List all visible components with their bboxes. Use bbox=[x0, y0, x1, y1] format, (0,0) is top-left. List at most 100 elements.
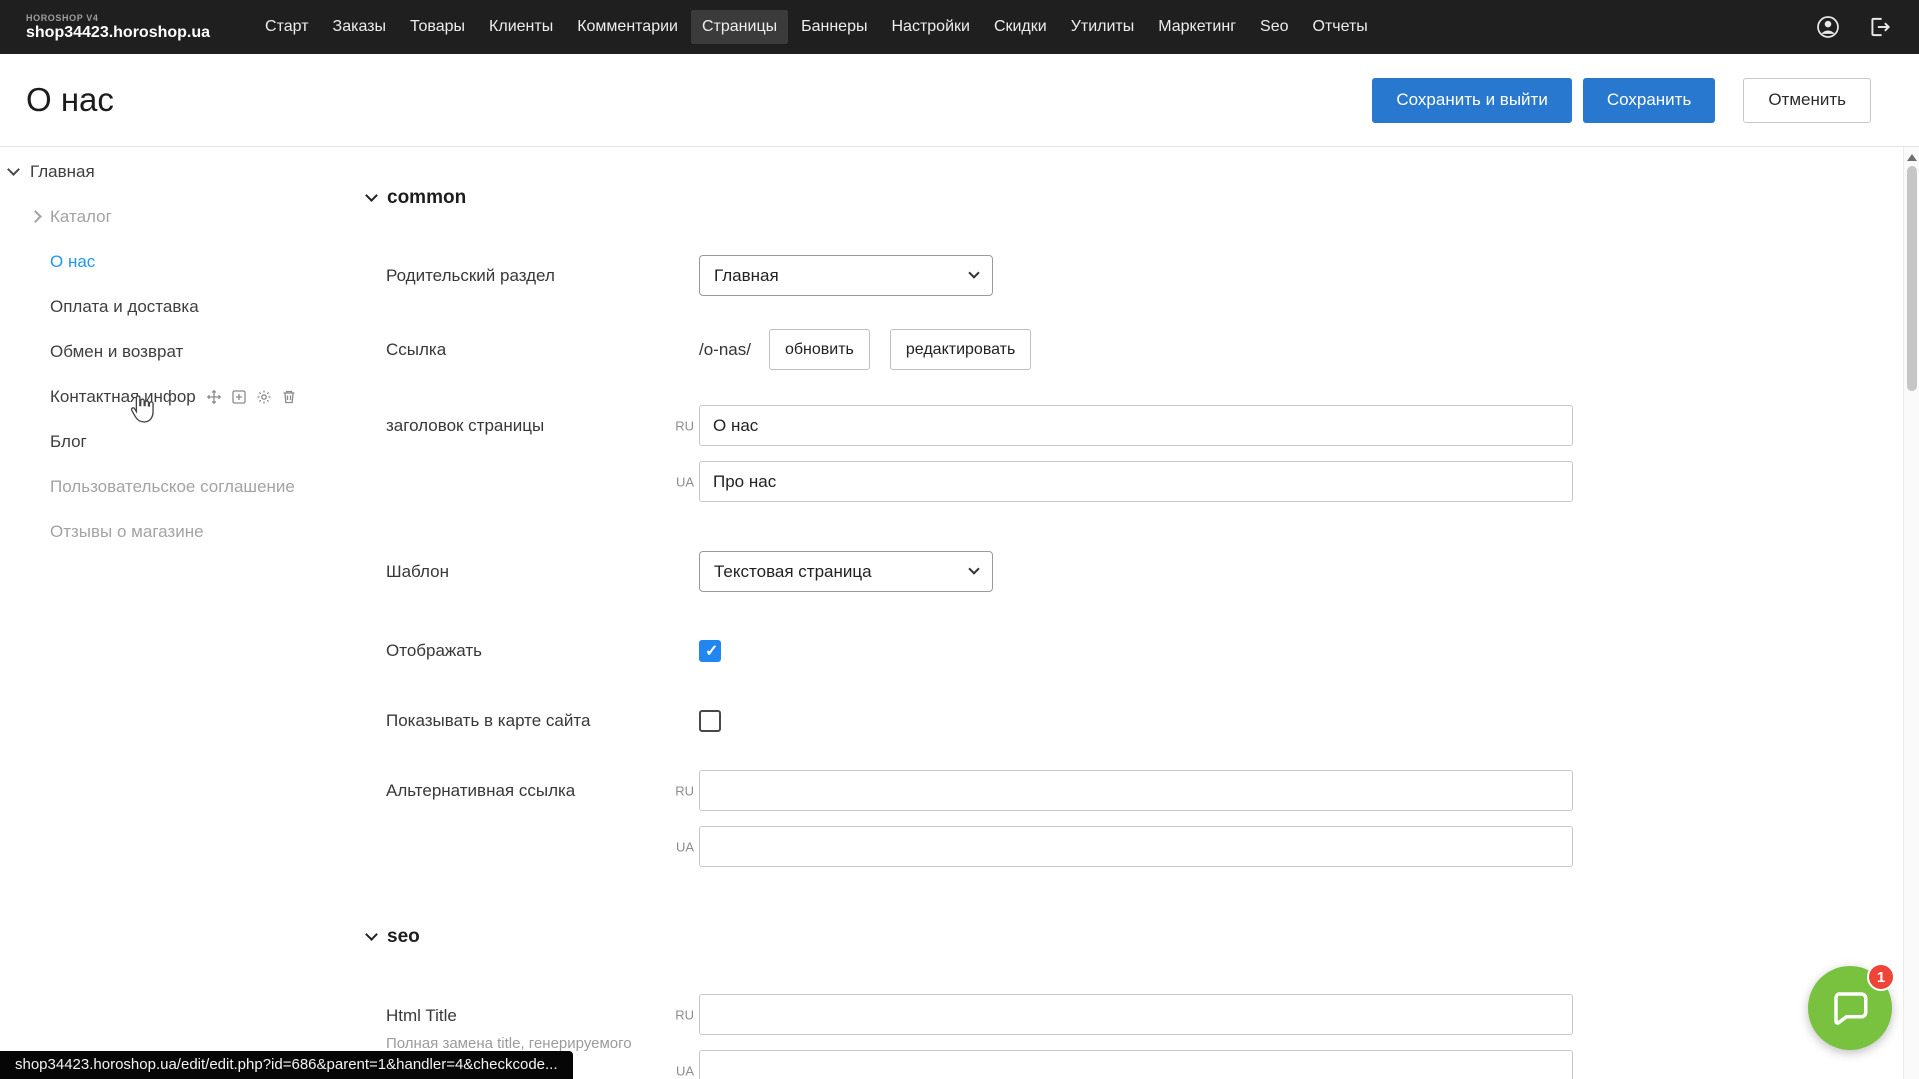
page-edit-form: common Родительский раздел Главная Ссылк… bbox=[351, 147, 1919, 1079]
field-label: заголовок страницы bbox=[386, 405, 699, 446]
html-title-lang-group: RU UA bbox=[699, 994, 1573, 1079]
menu-item-marketing[interactable]: Маркетинг bbox=[1147, 10, 1247, 44]
tree-item-label: О нас bbox=[50, 252, 95, 272]
pages-tree-sidebar: Главная Каталог О нас Оплата и доставка … bbox=[0, 147, 351, 1079]
sidebar-item-otzyvy-o-magazine[interactable]: Отзывы о магазине bbox=[0, 509, 351, 554]
save-button[interactable]: Сохранить bbox=[1583, 78, 1715, 123]
chevron-down-icon bbox=[968, 267, 979, 278]
alt-link-ua-input[interactable] bbox=[699, 826, 1573, 867]
lang-badge-ru: RU bbox=[670, 783, 694, 798]
form-row-template: Шаблон Текстовая страница bbox=[386, 551, 1919, 592]
chat-unread-badge: 1 bbox=[1867, 963, 1895, 991]
chevron-down-icon bbox=[968, 563, 979, 574]
sidebar-item-katalog[interactable]: Каталог bbox=[0, 194, 351, 239]
alt-link-lang-group: RU UA bbox=[699, 770, 1573, 867]
delete-icon[interactable] bbox=[281, 389, 297, 405]
tree-item-label: Блог bbox=[50, 432, 87, 452]
form-row-sitemap: Показывать в карте сайта bbox=[386, 700, 1919, 741]
menu-item-utilities[interactable]: Утилиты bbox=[1060, 10, 1146, 44]
field-hint: Полная замена title, генерируемого bbox=[386, 1035, 699, 1052]
menu-item-pages[interactable]: Страницы bbox=[691, 10, 788, 44]
lang-row-ru: RU bbox=[699, 770, 1573, 811]
sidebar-item-obmen-i-vozvrat[interactable]: Обмен и возврат bbox=[0, 329, 351, 374]
settings-icon[interactable] bbox=[256, 389, 272, 405]
lang-badge-ua: UA bbox=[670, 1063, 694, 1078]
menu-item-seo[interactable]: Seo bbox=[1249, 10, 1299, 44]
tree-item-label: Пользовательское соглашение bbox=[50, 477, 295, 497]
chevron-down-icon[interactable] bbox=[7, 163, 20, 176]
cancel-button[interactable]: Отменить bbox=[1743, 78, 1871, 123]
section-seo[interactable]: seo bbox=[367, 926, 1919, 948]
field-label: Показывать в карте сайта bbox=[386, 711, 699, 731]
display-checkbox[interactable] bbox=[699, 640, 721, 662]
menu-item-discounts[interactable]: Скидки bbox=[983, 10, 1058, 44]
menu-item-comments[interactable]: Комментарии bbox=[566, 10, 689, 44]
sitemap-checkbox[interactable] bbox=[699, 710, 721, 732]
section-common[interactable]: common bbox=[367, 187, 1919, 209]
field-label: Отображать bbox=[386, 641, 699, 661]
menu-item-reports[interactable]: Отчеты bbox=[1302, 10, 1379, 44]
lang-row-ua: UA bbox=[699, 1050, 1573, 1079]
menu-item-clients[interactable]: Клиенты bbox=[478, 10, 564, 44]
move-icon[interactable] bbox=[206, 389, 222, 405]
page-header: О нас Сохранить и выйти Сохранить Отмени… bbox=[0, 54, 1919, 147]
html-title-ru-input[interactable] bbox=[699, 994, 1573, 1035]
menu-item-products[interactable]: Товары bbox=[399, 10, 476, 44]
lang-row-ua: UA bbox=[699, 461, 1573, 502]
page-title-ru-input[interactable] bbox=[699, 405, 1573, 446]
menu-item-start[interactable]: Старт bbox=[254, 10, 319, 44]
select-value: Текстовая страница bbox=[714, 562, 872, 582]
vertical-scrollbar[interactable] bbox=[1903, 147, 1919, 1079]
sidebar-item-oplata-i-dostavka[interactable]: Оплата и доставка bbox=[0, 284, 351, 329]
tree-item-label: Отзывы о магазине bbox=[50, 522, 204, 542]
page-title-ua-input[interactable] bbox=[699, 461, 1573, 502]
lang-badge-ru: RU bbox=[670, 1007, 694, 1022]
section-title: common bbox=[387, 187, 466, 209]
header-actions: Сохранить и выйти Сохранить Отменить bbox=[1372, 78, 1893, 123]
section-title: seo bbox=[387, 926, 420, 948]
sidebar-item-kontaktnaya-informatsiya[interactable]: Контактная инфор bbox=[0, 374, 351, 419]
lang-row-ru: RU bbox=[699, 405, 1573, 446]
template-select[interactable]: Текстовая страница bbox=[699, 551, 993, 592]
edit-link-button[interactable]: редактировать bbox=[890, 329, 1031, 370]
chat-launcher-button[interactable]: 1 bbox=[1808, 966, 1892, 1050]
brand-domain: shop34423.horoshop.ua bbox=[26, 24, 210, 42]
page-title: О нас bbox=[26, 81, 114, 119]
lang-row-ua: UA bbox=[699, 826, 1573, 867]
tree-item-label: Каталог bbox=[50, 207, 112, 227]
sidebar-item-glavnaya[interactable]: Главная bbox=[0, 149, 351, 194]
account-circle-icon[interactable] bbox=[1815, 14, 1841, 40]
main-menu: Старт Заказы Товары Клиенты Комментарии … bbox=[254, 10, 1379, 44]
form-row-display: Отображать bbox=[386, 630, 1919, 671]
add-icon[interactable] bbox=[231, 389, 247, 405]
scroll-up-arrow-icon[interactable] bbox=[1907, 154, 1917, 161]
save-and-exit-button[interactable]: Сохранить и выйти bbox=[1372, 78, 1571, 123]
menu-item-orders[interactable]: Заказы bbox=[322, 10, 397, 44]
page-title-lang-group: RU UA bbox=[699, 405, 1573, 502]
form-row-alt-link: Альтернативная ссылка RU UA bbox=[386, 770, 1919, 867]
sidebar-item-o-nas[interactable]: О нас bbox=[0, 239, 351, 284]
sidebar-item-polzovatelskoe-soglashenie[interactable]: Пользовательское соглашение bbox=[0, 464, 351, 509]
field-label: Шаблон bbox=[386, 562, 699, 582]
topbar-right-icons bbox=[1815, 14, 1893, 40]
chevron-down-icon bbox=[365, 928, 378, 941]
chat-bubble-icon bbox=[1829, 987, 1871, 1029]
brand-logo[interactable]: HOROSHOP V4 shop34423.horoshop.ua bbox=[26, 13, 210, 42]
tree-item-label: Контактная инфор bbox=[50, 387, 196, 407]
horoshop-admin-screen: HOROSHOP V4 shop34423.horoshop.ua Старт … bbox=[0, 0, 1919, 1079]
alt-link-ru-input[interactable] bbox=[699, 770, 1573, 811]
scrollbar-thumb[interactable] bbox=[1907, 166, 1917, 391]
parent-section-select[interactable]: Главная bbox=[699, 255, 993, 296]
chevron-right-icon[interactable] bbox=[29, 210, 42, 223]
html-title-ua-input[interactable] bbox=[699, 1050, 1573, 1079]
tree-item-label: Оплата и доставка bbox=[50, 297, 199, 317]
menu-item-settings[interactable]: Настройки bbox=[880, 10, 980, 44]
sidebar-item-blog[interactable]: Блог bbox=[0, 419, 351, 464]
menu-item-banners[interactable]: Баннеры bbox=[790, 10, 878, 44]
lang-badge-ru: RU bbox=[670, 418, 694, 433]
tree-item-label: Главная bbox=[30, 162, 95, 182]
logout-icon[interactable] bbox=[1867, 14, 1893, 40]
form-row-link: Ссылка /o-nas/ обновить редактировать bbox=[386, 329, 1919, 370]
refresh-link-button[interactable]: обновить bbox=[769, 329, 870, 370]
field-label-block: Html Title Полная замена title, генериру… bbox=[386, 994, 699, 1052]
